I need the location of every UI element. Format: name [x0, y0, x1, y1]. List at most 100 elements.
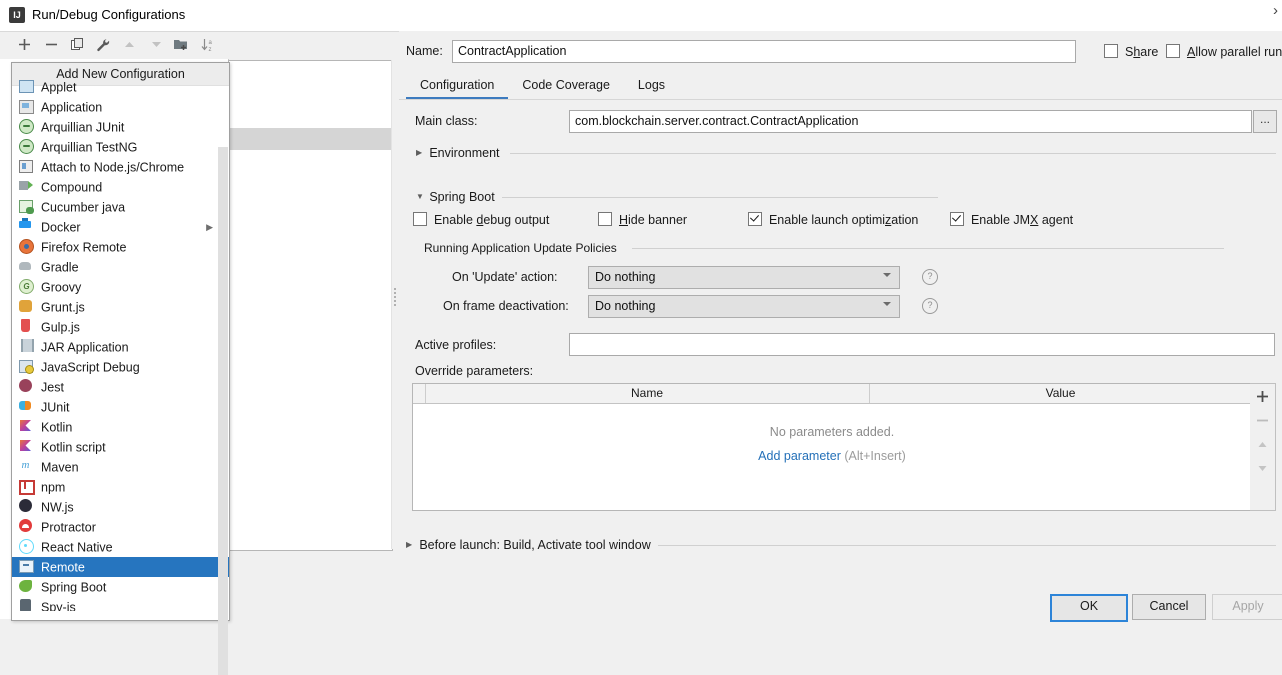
share-checkbox-box[interactable] — [1104, 44, 1118, 58]
hide-banner-box[interactable] — [598, 212, 612, 226]
copy-configuration-button[interactable] — [67, 36, 87, 56]
config-type-item[interactable]: npm — [12, 477, 229, 497]
cancel-button[interactable]: Cancel — [1132, 594, 1206, 620]
config-type-item[interactable]: Kotlin script — [12, 437, 229, 457]
application-icon — [18, 98, 34, 114]
config-type-label: React Native — [41, 541, 113, 555]
config-type-item[interactable]: JAR Application — [12, 337, 229, 357]
config-type-item[interactable]: Arquillian TestNG — [12, 137, 229, 157]
junit-icon — [18, 398, 34, 414]
active-profiles-input[interactable] — [569, 333, 1275, 356]
config-type-label: Arquillian JUnit — [41, 121, 124, 135]
edit-templates-button[interactable] — [93, 36, 113, 56]
enable-jmx-agent-label: Enable JMX agent — [967, 213, 1073, 227]
chevron-right-icon[interactable]: › — [1273, 2, 1278, 20]
popup-scrollbar-thumb[interactable] — [218, 147, 228, 675]
javascript-debug-icon — [18, 358, 34, 374]
remove-configuration-button[interactable] — [41, 36, 61, 56]
override-parameters-table[interactable]: Name Value No parameters added. Add para… — [412, 383, 1252, 511]
environment-separator — [510, 153, 1276, 154]
configurations-tree[interactable] — [228, 60, 393, 551]
add-configuration-button[interactable] — [14, 36, 34, 56]
config-type-item[interactable]: GGroovy — [12, 277, 229, 297]
config-type-item[interactable]: Gulp.js — [12, 317, 229, 337]
configuration-type-list[interactable]: AppletApplication Arquillian JUnit Arquill… — [12, 77, 229, 611]
config-type-item[interactable]: JavaScript Debug — [12, 357, 229, 377]
enable-debug-output-box[interactable] — [413, 212, 427, 226]
config-type-item[interactable]: JUnit — [12, 397, 229, 417]
on-update-action-select[interactable]: Do nothing — [588, 266, 900, 289]
main-class-input[interactable]: com.blockchain.server.contract.ContractA… — [569, 110, 1252, 133]
config-type-item[interactable]: Application — [12, 97, 229, 117]
tab-code-coverage[interactable]: Code Coverage — [508, 74, 624, 97]
config-type-item[interactable]: Docker▶ — [12, 217, 229, 237]
config-type-item[interactable]: Compound — [12, 177, 229, 197]
popup-scrollbar-track[interactable] — [218, 147, 228, 621]
name-input[interactable]: ContractApplication — [452, 40, 1076, 63]
main-class-browse-button[interactable]: ... — [1253, 110, 1277, 133]
remote-icon — [18, 558, 34, 574]
column-header-value[interactable]: Value — [870, 384, 1251, 403]
config-type-item[interactable]: NW.js — [12, 497, 229, 517]
before-launch-separator — [658, 545, 1276, 546]
config-type-label: Jest — [41, 381, 64, 395]
add-parameter-link[interactable]: Add parameter — [758, 449, 841, 463]
spring-boot-section-header[interactable]: ▼ Spring Boot — [416, 190, 1276, 206]
config-type-item[interactable]: mMaven — [12, 457, 229, 477]
before-launch-header[interactable]: ▶ Before launch: Build, Activate tool wi… — [406, 538, 1276, 554]
tree-selected-row[interactable] — [229, 128, 392, 150]
config-type-item[interactable]: Cucumber java — [12, 197, 229, 217]
enable-jmx-agent-checkbox[interactable]: Enable JMX agent — [950, 212, 1073, 227]
sort-configurations-button[interactable]: az — [198, 36, 218, 56]
config-type-item[interactable]: Firefox Remote — [12, 237, 229, 257]
ok-button[interactable]: OK — [1050, 594, 1128, 622]
on-frame-deactivation-help-icon[interactable]: ? — [922, 298, 938, 314]
enable-launch-optimization-checkbox[interactable]: Enable launch optimization — [748, 212, 918, 227]
on-frame-deactivation-select[interactable]: Do nothing — [588, 295, 900, 318]
empty-table-message: No parameters added. — [413, 425, 1251, 439]
config-type-item[interactable]: Attach to Node.js/Chrome — [12, 157, 229, 177]
column-header-name[interactable]: Name — [425, 384, 870, 403]
apply-button: Apply — [1212, 594, 1282, 620]
config-type-item[interactable]: Spy-js — [12, 597, 229, 611]
config-type-item[interactable]: Jest — [12, 377, 229, 397]
spring-boot-expand-triangle-icon[interactable]: ▼ — [416, 192, 426, 201]
enable-jmx-agent-box[interactable] — [950, 212, 964, 226]
config-type-item[interactable]: Arquillian JUnit — [12, 117, 229, 137]
config-type-item[interactable]: Grunt.js — [12, 297, 229, 317]
move-up-button — [119, 36, 139, 56]
tab-logs[interactable]: Logs — [624, 74, 679, 97]
before-launch-expand-triangle-icon[interactable]: ▶ — [406, 540, 416, 549]
environment-section-header[interactable]: ▶ Environment — [416, 146, 1276, 162]
kotlin-icon — [18, 418, 34, 434]
share-checkbox[interactable]: Share — [1104, 44, 1158, 59]
submenu-arrow-icon[interactable]: ▶ — [206, 217, 213, 237]
update-policies-header: Running Application Update Policies — [424, 241, 1244, 257]
config-type-item[interactable]: Spring Boot — [12, 577, 229, 597]
config-type-item[interactable]: Kotlin — [12, 417, 229, 437]
tab-configuration[interactable]: Configuration — [406, 74, 508, 99]
new-folder-button[interactable] — [171, 36, 191, 56]
environment-expand-triangle-icon[interactable]: ▶ — [416, 148, 426, 157]
config-type-label: Attach to Node.js/Chrome — [41, 161, 184, 175]
add-parameter-button[interactable] — [1250, 384, 1275, 408]
config-type-item[interactable]: React Native — [12, 537, 229, 557]
allow-parallel-run-checkbox-box[interactable] — [1166, 44, 1180, 58]
enable-debug-output-checkbox[interactable]: Enable debug output — [413, 212, 549, 227]
config-type-item[interactable]: Remote — [12, 557, 229, 577]
config-type-item[interactable]: Gradle — [12, 257, 229, 277]
config-type-label: Spring Boot — [41, 581, 106, 595]
enable-launch-optimization-box[interactable] — [748, 212, 762, 226]
config-type-label: Kotlin — [41, 421, 72, 435]
add-parameter-row: Add parameter (Alt+Insert) — [413, 449, 1251, 463]
on-update-action-label: On 'Update' action: — [452, 270, 558, 284]
add-new-configuration-popup[interactable]: Add New Configuration AppletApplicationA… — [11, 62, 230, 621]
hide-banner-checkbox[interactable]: Hide banner — [598, 212, 687, 227]
config-type-label: NW.js — [41, 501, 74, 515]
on-update-action-help-icon[interactable]: ? — [922, 269, 938, 285]
config-type-item[interactable]: Protractor — [12, 517, 229, 537]
npm-icon — [18, 478, 34, 494]
editor-tabs[interactable]: ConfigurationCode CoverageLogs — [406, 74, 1282, 99]
config-type-item[interactable]: Applet — [12, 77, 229, 97]
allow-parallel-run-checkbox[interactable]: Allow parallel run — [1166, 44, 1282, 59]
